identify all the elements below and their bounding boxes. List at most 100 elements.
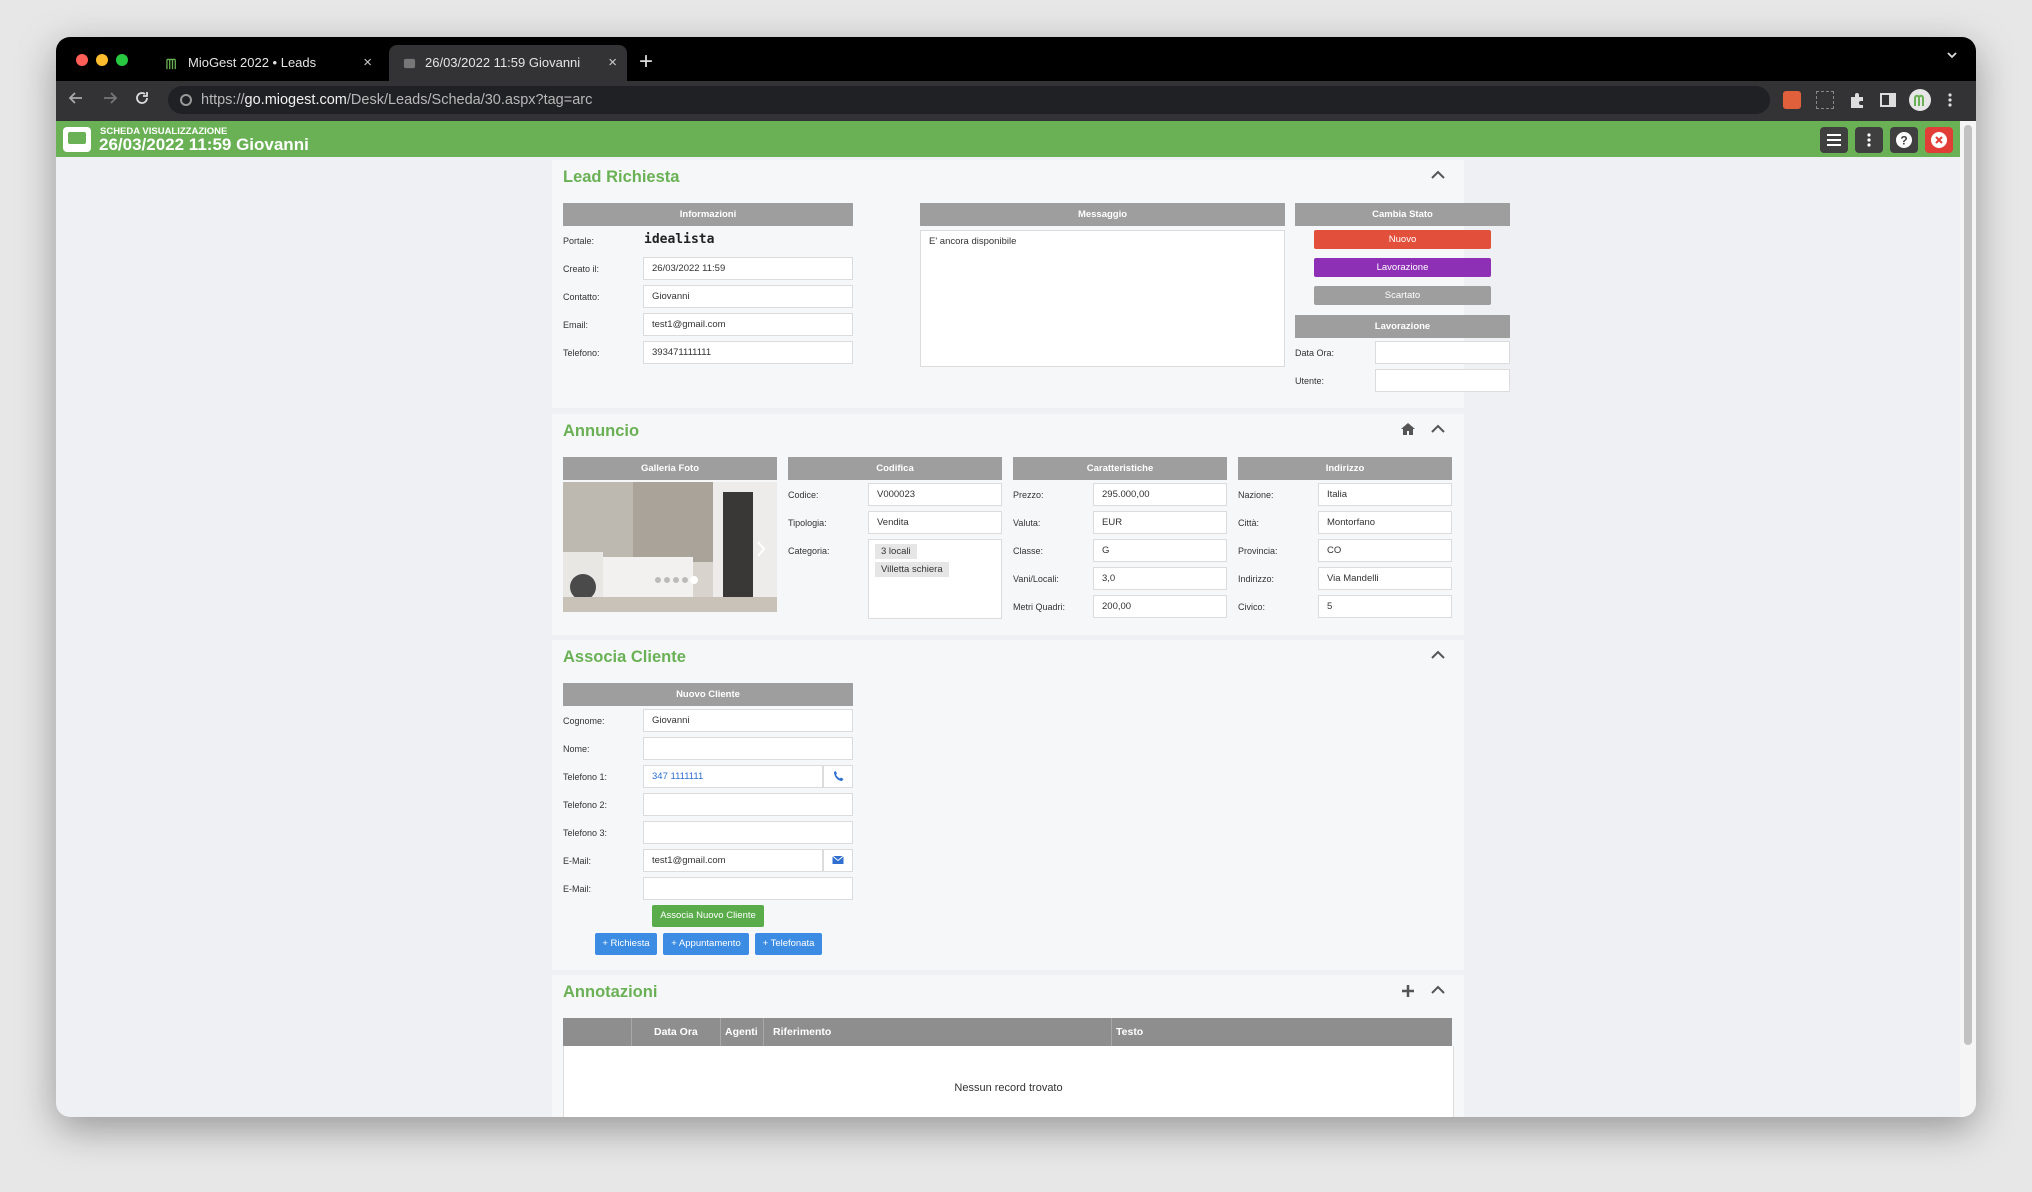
collapse-chevron-icon[interactable] — [1430, 648, 1446, 666]
add-plus-icon[interactable] — [1400, 983, 1416, 1004]
miogest-logo-icon — [166, 58, 176, 70]
column-header[interactable]: Agenti — [725, 1018, 758, 1046]
screenshot-icon[interactable] — [1816, 91, 1834, 109]
associa-cliente-button[interactable]: Associa Nuovo Cliente — [652, 905, 764, 927]
codice-field[interactable]: V000023 — [868, 483, 1002, 506]
new-tab-button[interactable]: + — [639, 47, 653, 77]
add-richiesta-button[interactable]: + Richiesta — [595, 933, 657, 955]
address-bar[interactable]: https://go.miogest.com/Desk/Leads/Scheda… — [168, 86, 1770, 114]
telefono1-field[interactable]: 347 1111111 — [643, 765, 823, 788]
field-label: Telefono 1: — [563, 772, 608, 782]
extension-icon[interactable] — [1783, 91, 1801, 109]
add-appuntamento-button[interactable]: + Appuntamento — [663, 933, 749, 955]
contact-field[interactable]: Giovanni — [643, 285, 853, 308]
prezzo-field[interactable]: 295.000,00 — [1093, 483, 1227, 506]
empty-message: Nessun record trovato — [954, 1082, 1063, 1094]
field-label: Telefono: — [563, 348, 600, 358]
field-label: Città: — [1238, 518, 1260, 528]
forward-icon[interactable] — [102, 89, 118, 111]
field-label: Cognome: — [563, 716, 605, 726]
category-tag: Villetta schiera — [875, 562, 949, 577]
column-header[interactable]: Testo — [1116, 1018, 1143, 1046]
more-options-button[interactable] — [1855, 127, 1883, 153]
panel-title: Annuncio — [563, 422, 640, 440]
email-field[interactable]: test1@gmail.com — [643, 313, 853, 336]
back-icon[interactable] — [68, 89, 84, 111]
page-scrollbar[interactable] — [1960, 121, 1976, 1117]
site-info-icon[interactable] — [180, 94, 192, 106]
url-host: go.miogest.com — [244, 92, 347, 108]
state-scartato-button[interactable]: Scartato — [1314, 286, 1491, 305]
minimize-window-button[interactable] — [96, 54, 108, 66]
close-scheda-button[interactable] — [1925, 127, 1953, 153]
panel-title: Annotazioni — [563, 983, 658, 1001]
tipologia-field[interactable]: Vendita — [868, 511, 1002, 534]
property-photo[interactable] — [563, 482, 777, 612]
telefono3-field[interactable] — [643, 821, 853, 844]
browser-window: MioGest 2022 • Leads × 26/03/2022 11:59 … — [56, 37, 1976, 1117]
field-label: Prezzo: — [1013, 490, 1044, 500]
close-window-button[interactable] — [76, 54, 88, 66]
menu-button[interactable] — [1820, 127, 1848, 153]
civico-field[interactable]: 5 — [1318, 595, 1452, 618]
add-telefonata-button[interactable]: + Telefonata — [755, 933, 822, 955]
citta-field[interactable]: Montorfano — [1318, 511, 1452, 534]
lead-panel: Lead Richiesta Informazioni Portale: ide… — [552, 160, 1510, 408]
page-icon — [403, 58, 416, 69]
collapse-chevron-icon[interactable] — [1430, 422, 1446, 440]
collapse-chevron-icon[interactable] — [1430, 168, 1446, 186]
valuta-field[interactable]: EUR — [1093, 511, 1227, 534]
state-nuovo-button[interactable]: Nuovo — [1314, 230, 1491, 249]
app-header: SCHEDA VISUALIZZAZIONE 26/03/2022 11:59 … — [56, 121, 1960, 157]
send-email-icon[interactable] — [823, 849, 853, 872]
puzzle-icon[interactable] — [1848, 91, 1866, 109]
work-date-field[interactable] — [1375, 341, 1510, 364]
mq-field[interactable]: 200,00 — [1093, 595, 1227, 618]
field-label: Telefono 2: — [563, 800, 608, 810]
column-header[interactable]: Data Ora — [654, 1018, 698, 1046]
state-lavorazione-button[interactable]: Lavorazione — [1314, 258, 1491, 277]
field-label: Civico: — [1238, 602, 1266, 612]
tab-search-chevron-icon[interactable] — [1946, 49, 1958, 64]
provincia-field[interactable]: CO — [1318, 539, 1452, 562]
tab-scheda[interactable]: 26/03/2022 11:59 Giovanni × — [389, 45, 627, 81]
field-label: Tipologia: — [788, 518, 827, 528]
url-path: /Desk/Leads/Scheda/30.aspx?tag=arc — [346, 92, 593, 108]
cognome-field[interactable]: Giovanni — [643, 709, 853, 732]
email1-field[interactable]: test1@gmail.com — [643, 849, 823, 872]
section-header: Caratteristiche — [1013, 457, 1227, 480]
section-header: Cambia Stato — [1295, 203, 1510, 226]
field-label: Vani/Locali: — [1013, 574, 1059, 584]
categoria-field[interactable]: 3 locali Villetta schiera — [868, 539, 1002, 619]
tab-leads[interactable]: MioGest 2022 • Leads × — [152, 45, 382, 81]
classe-field[interactable]: G — [1093, 539, 1227, 562]
reload-icon[interactable] — [134, 89, 150, 111]
zoom-window-button[interactable] — [116, 54, 128, 66]
profile-avatar[interactable] — [1909, 89, 1931, 111]
side-panel-icon[interactable] — [1879, 91, 1897, 109]
tab-label: 26/03/2022 11:59 Giovanni — [425, 55, 581, 70]
created-field[interactable]: 26/03/2022 11:59 — [643, 257, 853, 280]
telefono2-field[interactable] — [643, 793, 853, 816]
help-button[interactable]: ? — [1890, 127, 1918, 153]
tab-close-button[interactable]: × — [363, 45, 372, 81]
column-header[interactable]: Riferimento — [773, 1018, 831, 1046]
panel-title: Lead Richiesta — [563, 168, 680, 186]
collapse-chevron-icon[interactable] — [1430, 983, 1446, 1001]
phone-field[interactable]: 393471111111 — [643, 341, 853, 364]
message-field[interactable]: E' ancora disponibile — [920, 230, 1285, 367]
category-tag: 3 locali — [875, 544, 917, 559]
call-phone-icon[interactable] — [823, 765, 853, 788]
email2-field[interactable] — [643, 877, 853, 900]
work-user-field[interactable] — [1375, 369, 1510, 392]
nazione-field[interactable]: Italia — [1318, 483, 1452, 506]
nome-field[interactable] — [643, 737, 853, 760]
indirizzo-field[interactable]: Via Mandelli — [1318, 567, 1452, 590]
tab-close-button[interactable]: × — [608, 45, 617, 81]
home-icon[interactable] — [1400, 422, 1416, 441]
section-header: Messaggio — [920, 203, 1285, 226]
vani-field[interactable]: 3,0 — [1093, 567, 1227, 590]
portal-logo: idealista — [644, 232, 715, 247]
section-header: Informazioni — [563, 203, 853, 226]
browser-menu-icon[interactable] — [1947, 91, 1965, 109]
